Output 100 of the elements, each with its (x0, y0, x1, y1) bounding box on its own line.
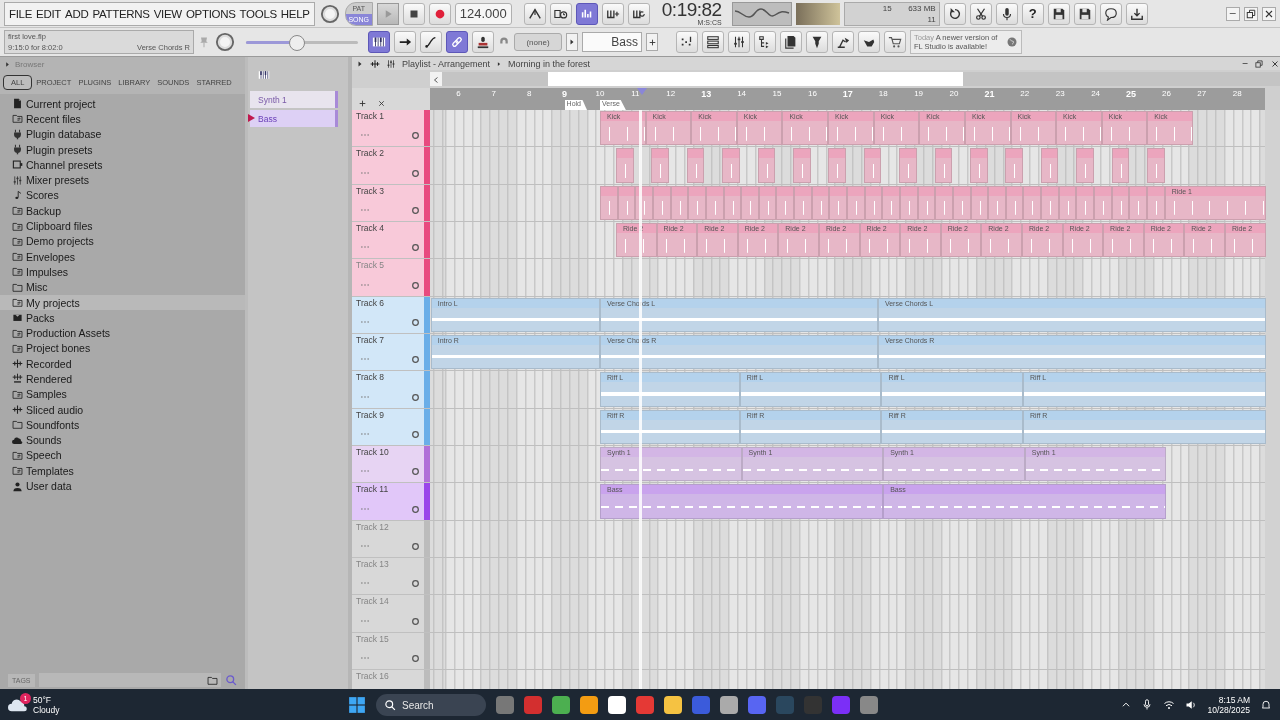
track-name: Track 1 (356, 111, 385, 121)
bar-number: 6 (456, 89, 461, 98)
playlist-title: Playlist - Arrangement (402, 58, 491, 69)
track-header[interactable]: Track 9 (352, 408, 430, 446)
browser-item[interactable]: My projects (0, 294, 245, 311)
browser-item[interactable]: Sounds (0, 432, 245, 448)
browser-item[interactable]: Project bones (0, 340, 245, 357)
browser-item[interactable]: Recent files (0, 111, 245, 127)
browser-item[interactable]: Plugin database (0, 126, 245, 142)
track-header[interactable]: Track 5 (352, 259, 430, 297)
bar-number: 17 (842, 89, 853, 99)
bar-number: 21 (984, 89, 995, 99)
track-name: Track 6 (356, 297, 385, 308)
browser-item[interactable]: Impulses (0, 264, 245, 280)
browser-item[interactable]: Sliced audio (0, 401, 245, 418)
browser-item[interactable]: Current project (0, 96, 245, 112)
bar-number: 23 (1055, 89, 1065, 98)
track-header[interactable]: Track 6 (352, 296, 430, 334)
menu-item[interactable]: VIEW (151, 7, 184, 20)
browser-item[interactable]: User data (0, 478, 245, 494)
track-header[interactable]: Track 15 (352, 632, 430, 670)
pattern-filter-dropdown[interactable]: (none) (514, 33, 562, 51)
bar-number: 16 (807, 89, 817, 98)
track-header[interactable]: Track 2 (352, 147, 430, 185)
track-header[interactable]: Track 7 (352, 333, 430, 372)
pattern-selector[interactable]: Bass (582, 32, 642, 52)
browser-item[interactable]: Production Assets (0, 325, 245, 341)
track-header[interactable]: Track 10 (352, 445, 430, 484)
browser-item[interactable]: Demo projects (0, 233, 245, 249)
bar-number: 24 (1091, 89, 1101, 98)
clock-time: 8:15 AM (1218, 695, 1250, 705)
browser-item[interactable]: Backup (0, 203, 245, 219)
help-button[interactable]: ? (1021, 2, 1044, 25)
clock-date: 10/28/2025 (1207, 705, 1250, 715)
track-name: Track 2 (356, 148, 385, 159)
menu-item[interactable]: HELP (278, 7, 312, 20)
bar-number: 9 (562, 89, 568, 99)
track-name: Track 13 (356, 558, 389, 569)
polyphony-value: 11 (926, 14, 936, 24)
track-header[interactable]: Track 8 (352, 371, 430, 409)
browser-item[interactable]: Plugin presets (0, 141, 245, 158)
bar-number: 10 (595, 89, 605, 98)
browser-item[interactable]: Templates (0, 463, 245, 479)
browser-item[interactable]: Scores (0, 187, 245, 204)
browser-item[interactable]: Clipboard files (0, 218, 245, 234)
menu-item[interactable]: PATTERNS (90, 7, 152, 20)
track-name: Track 8 (356, 372, 385, 383)
track-header[interactable]: Track 11 (352, 483, 430, 521)
bar-number: 25 (1126, 89, 1136, 99)
bar-number: 28 (1232, 89, 1242, 98)
track-name: Track 16 (356, 670, 389, 681)
browser-item[interactable]: Envelopes (0, 248, 245, 265)
track-name: Track 15 (356, 633, 389, 644)
search-field[interactable]: Search (376, 694, 486, 716)
track-name: Track 7 (356, 334, 385, 345)
memory-value: 633 MB (907, 3, 936, 13)
bar-number: 8 (526, 89, 532, 98)
tempo-field[interactable]: 124.000 (454, 2, 512, 25)
browser-item[interactable]: Packs (0, 310, 245, 326)
menu-item[interactable]: EDIT (34, 7, 64, 20)
track-name: Track 9 (356, 409, 385, 420)
arrangement-name: Morning in the forest (508, 58, 591, 69)
channel-item[interactable]: Bass (250, 110, 338, 127)
track-header[interactable]: Track 14 (352, 595, 430, 633)
bar-number: 12 (666, 89, 676, 98)
bar-number: 19 (914, 89, 924, 98)
channel-item[interactable]: Synth 1 (250, 91, 338, 108)
menu-item[interactable]: TOOLS (237, 7, 279, 20)
track-name: Track 11 (356, 484, 389, 495)
browser-item[interactable]: Rendered (0, 371, 245, 387)
temperature: 50°F (33, 695, 53, 705)
track-header[interactable]: Track 4 (352, 222, 430, 260)
bar-number: 11 (631, 89, 640, 98)
weather-condition: Cloudy (33, 705, 60, 715)
browser-item[interactable]: Soundfonts (0, 417, 245, 433)
bar-number: 13 (701, 89, 712, 99)
browser-item[interactable]: Channel presets (0, 157, 245, 173)
browser-item[interactable]: Misc (0, 279, 245, 295)
browser-item[interactable]: Samples (0, 386, 245, 402)
track-name: Track 3 (356, 185, 385, 196)
track-header[interactable]: Track 13 (352, 557, 430, 596)
bar-number: 27 (1197, 89, 1207, 98)
track-header[interactable]: Track 16 (352, 669, 430, 689)
menu-item[interactable]: ADD (63, 7, 91, 20)
track-name: Track 4 (356, 223, 385, 233)
bar-number: 18 (878, 89, 888, 98)
track-name: Track 14 (356, 596, 389, 607)
menu-item[interactable]: OPTIONS (183, 7, 238, 20)
bar-number: 15 (772, 89, 782, 98)
browser-item[interactable]: Speech (0, 447, 245, 464)
bar-number: 20 (949, 89, 959, 98)
track-name: Track 12 (356, 521, 389, 532)
bar-number: 7 (491, 89, 496, 98)
track-header[interactable]: Track 1 (352, 110, 430, 148)
browser-item[interactable]: Recorded (0, 356, 245, 372)
menu-item[interactable]: FILE (7, 7, 35, 20)
track-header[interactable]: Track 3 (352, 184, 430, 222)
browser-item[interactable]: Mixer presets (0, 172, 245, 188)
track-name: Track 10 (356, 446, 389, 457)
track-header[interactable]: Track 12 (352, 520, 430, 558)
